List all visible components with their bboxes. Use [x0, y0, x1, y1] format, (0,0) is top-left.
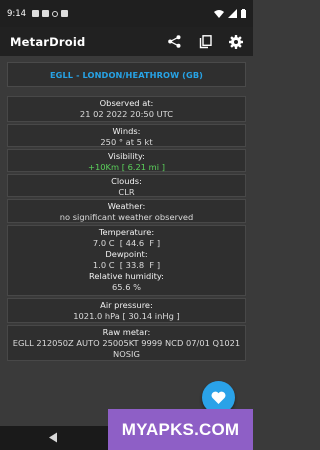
visibility-label: Visibility:: [108, 151, 145, 161]
dewpoint-label: Dewpoint:: [105, 249, 148, 259]
back-icon[interactable]: [48, 432, 58, 443]
raw-metar-label: Raw metar:: [102, 327, 151, 337]
weather-field: Weather: no significant weather observed: [7, 199, 246, 223]
share-icon: [167, 35, 180, 48]
heart-icon: [211, 391, 226, 404]
signal-icon: [228, 9, 237, 18]
winds-label: Winds:: [112, 126, 141, 136]
metar-fields: Observed at: 21 02 2022 20:50 UTC Winds:…: [7, 96, 246, 361]
share-button[interactable]: [166, 34, 182, 50]
observed-field: Observed at: 21 02 2022 20:50 UTC: [7, 96, 246, 122]
pressure-label: Air pressure:: [100, 300, 153, 310]
dewpoint-value: 1.0 C [ 33.8 F ]: [92, 260, 161, 270]
gear-icon: [229, 34, 243, 49]
observed-value: 21 02 2022 20:50 UTC: [79, 109, 174, 119]
watermark-banner: MYAPKS.COM: [108, 409, 253, 450]
raw-metar-value: EGLL 212050Z AUTO 25005KT 9999 NCD 07/01…: [12, 338, 241, 359]
winds-value: 250 ° at 5 kt: [100, 137, 153, 147]
notification-icon: [32, 10, 40, 17]
raw-metar-field: Raw metar: EGLL 212050Z AUTO 25005KT 999…: [7, 325, 246, 361]
station-card[interactable]: EGLL - LONDON/HEATHROW (GB): [7, 62, 246, 87]
notification-icon: [42, 10, 50, 17]
pressure-field: Air pressure: 1021.0 hPa [ 30.14 inHg ]: [7, 298, 246, 323]
notification-icon: [52, 10, 59, 17]
watermark-text: MYAPKS.COM: [121, 419, 240, 439]
station-label: EGLL - LONDON/HEATHROW (GB): [49, 69, 204, 80]
visibility-value: +10Km [ 6.21 mi ]: [88, 162, 165, 172]
app-actions: [166, 34, 244, 50]
notification-icons: [32, 10, 69, 17]
clouds-field: Clouds: CLR: [7, 174, 246, 197]
humidity-value: 65.6 %: [112, 282, 141, 292]
pressure-value: 1021.0 hPa [ 30.14 inHg ]: [73, 311, 180, 321]
battery-icon: [241, 9, 246, 18]
app-title: MetarDroid: [10, 34, 86, 49]
notification-icon: [61, 10, 69, 17]
weather-value: no significant weather observed: [59, 212, 194, 222]
temperature-label: Temperature:: [98, 227, 155, 237]
system-icons: [214, 9, 246, 18]
clouds-label: Clouds:: [111, 176, 142, 186]
settings-button[interactable]: [228, 34, 244, 50]
copy-icon: [199, 34, 212, 48]
observed-label: Observed at:: [99, 98, 154, 108]
wifi-icon: [214, 10, 224, 18]
app-bar: MetarDroid: [0, 27, 253, 56]
copy-button[interactable]: [197, 34, 213, 50]
visibility-field: Visibility: +10Km [ 6.21 mi ]: [7, 149, 246, 172]
status-bar: 9:14: [0, 0, 253, 27]
temperature-field: Temperature: 7.0 C [ 44.6 F ] Dewpoint: …: [7, 225, 246, 296]
temperature-value: 7.0 C [ 44.6 F ]: [92, 238, 161, 248]
winds-field: Winds: 250 ° at 5 kt: [7, 124, 246, 147]
weather-label: Weather:: [107, 201, 146, 211]
status-time: 9:14: [7, 8, 27, 19]
humidity-label: Relative humidity:: [89, 271, 164, 281]
clouds-value: CLR: [118, 187, 135, 197]
